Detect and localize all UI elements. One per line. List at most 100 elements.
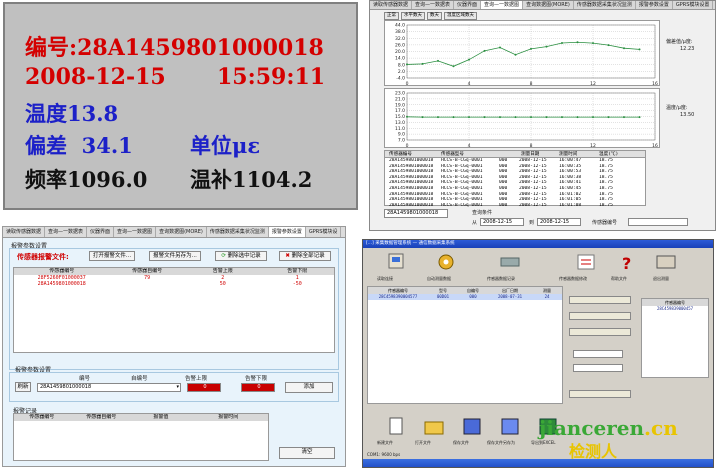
y-tick-label: 11.0 (395, 126, 405, 132)
open-file-button[interactable] (421, 416, 447, 438)
toolbar-help-button[interactable]: ? (613, 252, 639, 274)
help-icon: ? (622, 254, 631, 273)
add-button[interactable]: 添加 (285, 382, 333, 393)
mode-horizontal-button[interactable]: 水平数天 (401, 12, 425, 20)
sensor-list-row[interactable]: 28C4598390004577 00D01 000 2008-07-31 24 (368, 294, 562, 300)
toolbar-edit-button[interactable] (573, 252, 599, 274)
toolbar-exit-button[interactable] (653, 252, 679, 274)
toolbar-auto-measure-button[interactable] (433, 252, 459, 274)
alarm-sensor-id-value: 28A1459801000018 (40, 384, 92, 390)
selected-sensor-id[interactable]: 28A1459801000018 (384, 209, 448, 218)
list-cell-self: 000 (469, 294, 477, 299)
deviation-side-value: 12.23 (680, 46, 695, 52)
toolbar-read-button[interactable] (383, 252, 409, 274)
alarm-col-id: 传感器编号 (49, 268, 75, 274)
refresh-button[interactable]: 刷新 (15, 382, 31, 392)
data-point (576, 41, 579, 44)
open-alarm-file-button[interactable]: 打开报警文件... (89, 251, 135, 261)
data-table: 传感器编号 传感器型号 测量日期 测量时间 温度(℃) 28A145980100… (384, 150, 646, 209)
taskbar (363, 459, 713, 467)
upper-limit-input[interactable]: 0 (187, 383, 221, 392)
tab-query-chart-more[interactable]: 查询数据图(MORE) (523, 1, 574, 9)
save-as-icon (501, 418, 519, 435)
alarm-tab-instrument[interactable]: 仪器界面 (87, 227, 115, 237)
data-table-cell: 2008-12-15 (519, 202, 547, 208)
tab-gprs[interactable]: GPRS模块设置 (673, 1, 714, 9)
to-label: 到 (529, 220, 535, 226)
alarm-col-upper: 告警上限 (212, 268, 233, 274)
temperature-chart: 23.021.019.017.015.013.011.09.07.00 4 8 12 1… (384, 88, 660, 148)
y-tick-label: 38.0 (395, 29, 405, 35)
x-tick-label: 8 (530, 143, 533, 148)
alarm-table-row[interactable]: 28A1459801000018 50 -50 (14, 281, 334, 287)
control-button-4[interactable] (569, 390, 631, 398)
toolbar-record-button[interactable] (497, 252, 523, 274)
y-tick-label: 14.0 (395, 56, 405, 62)
mode-temp-days-button[interactable]: 温度区域数天 (444, 12, 477, 20)
from-date-picker[interactable]: 2008-12-15 (480, 218, 524, 226)
alarm-tab-chart-more[interactable]: 查询数据图(MORE) (156, 227, 207, 237)
tab-query-chart[interactable]: 查询—一数据图 (481, 1, 524, 9)
alarm-settings-window: 读取传感器数据 查询—一数据表 仪器界面 查询—一数据图 查询数据图(MORE)… (2, 226, 346, 467)
alarm-tab-read[interactable]: 读取传感器数据 (3, 227, 46, 237)
to-date-picker[interactable]: 2008-12-15 (537, 218, 581, 226)
data-point (514, 116, 517, 119)
param-col-self: 自编号 (131, 376, 148, 382)
y-tick-label: 7.0 (398, 138, 405, 144)
y-tick-label: 23.0 (395, 91, 405, 97)
save-file-button[interactable] (459, 416, 485, 438)
y-tick-label: 8.0 (398, 62, 405, 68)
alarm-tab-gprs[interactable]: GPRS模块设 (306, 227, 342, 237)
save-as-button[interactable] (497, 416, 523, 438)
data-point (406, 115, 408, 118)
alarm-tab-chart[interactable]: 查询—一数据图 (114, 227, 157, 237)
delete-all-button[interactable]: ✖ 删除全部记录 (279, 251, 331, 261)
delete-selected-label: 删除选中记录 (227, 253, 261, 259)
temperature-side-label: 温度/μ度: (666, 105, 688, 111)
sensor-id-label: 编号: (25, 35, 78, 61)
alarm-sensor-id-select[interactable]: 28A1459801000018 ▾ (37, 383, 181, 392)
open-file-label: 打开文件 (415, 440, 431, 445)
tab-monitor[interactable]: 传感器数据采集状况监测 (574, 1, 636, 9)
sensor-id-filter[interactable] (628, 218, 688, 226)
mode-days-button[interactable]: 数天 (427, 12, 442, 20)
data-point (623, 47, 625, 50)
x-tick-label: 4 (468, 143, 471, 148)
control-button-2[interactable] (569, 312, 631, 320)
x-tick-label: 12 (590, 81, 596, 86)
data-point (437, 116, 439, 119)
chart-mode-buttons: 正常 水平数天 数天 温度区域数天 (384, 12, 477, 20)
alarm-tab-table[interactable]: 查询—一数据表 (45, 227, 88, 237)
y-tick-label: 32.0 (395, 36, 405, 42)
setting-input[interactable] (573, 350, 623, 358)
data-point (638, 48, 641, 51)
temperature-side-value: 13.50 (680, 112, 695, 118)
control-button-3[interactable] (569, 328, 631, 336)
lcd-readout-panel: 编号:28A1459801000018 2008-12-15 15:59:11 … (3, 2, 358, 210)
toolbar-label-auto: 自动测量数据 (427, 276, 451, 281)
alarm-table-header: 传感器编号 传感器自编号 告警上限 告警下限 (14, 268, 334, 275)
right-panel-row[interactable]: 28C459839000457 (642, 306, 708, 312)
delete-selected-button[interactable]: ⟳ 删除选中记录 (215, 251, 267, 261)
new-file-icon (389, 417, 403, 435)
frequency-value: 1096.0 (67, 167, 148, 192)
lower-limit-input[interactable]: 0 (241, 383, 275, 392)
alarm-tab-alarm[interactable]: 报警参数设置 (268, 227, 306, 237)
setting-input-2[interactable] (573, 364, 623, 372)
right-panel-cell: 28C459839000457 (656, 306, 694, 311)
tab-alarm[interactable]: 报警参数设置 (636, 1, 673, 9)
data-table-row[interactable]: 28A1459801000018 HCCS-B-CGq-0001 000 2008-1… (385, 203, 645, 209)
temp-comp-row: 温补1104.2 (190, 164, 312, 194)
mode-normal-button[interactable]: 正常 (384, 12, 399, 20)
deviation-row: 偏差 34.1 (25, 130, 133, 160)
new-file-button[interactable] (383, 416, 409, 438)
edit-icon (577, 254, 595, 270)
tab-query-table[interactable]: 查询—一数据表 (412, 1, 455, 9)
tab-read-data[interactable]: 读取传感器数据 (370, 1, 413, 9)
save-alarm-file-as-button[interactable]: 报警文件另存为... (149, 251, 201, 261)
record-col-self: 传感器自编号 (86, 414, 117, 420)
alarm-tab-monitor[interactable]: 传感器数据采集状况监测 (207, 227, 269, 237)
control-button-1[interactable] (569, 296, 631, 304)
clear-button[interactable]: 清空 (279, 447, 335, 459)
tab-instrument[interactable]: 仪器界面 (454, 1, 482, 9)
